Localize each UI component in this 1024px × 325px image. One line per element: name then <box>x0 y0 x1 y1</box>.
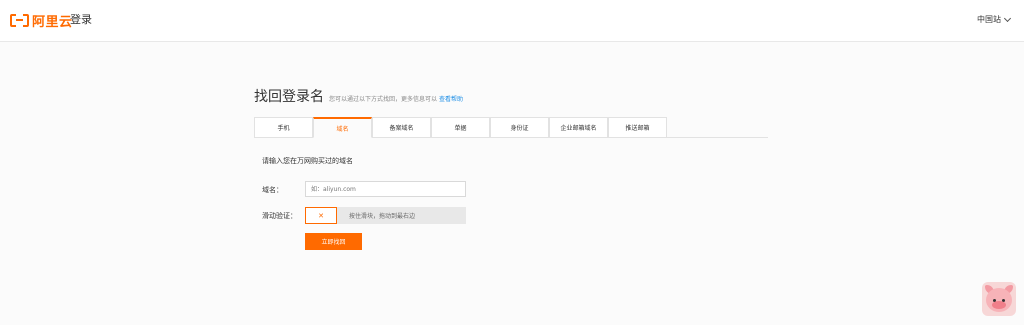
recovery-method-tabs: 手机 域名 备案域名 单据 身份证 企业邮箱域名 推送邮箱 <box>254 117 768 138</box>
tab-enterprise-mail-domain[interactable]: 企业邮箱域名 <box>549 117 608 138</box>
pig-face <box>986 288 1012 312</box>
tab-document[interactable]: 单据 <box>431 117 490 138</box>
slider-label: 滑动验证： <box>262 212 297 220</box>
logo-text: 阿里云 <box>32 14 73 30</box>
tab-domain[interactable]: 域名 <box>313 117 372 138</box>
tab-push-email[interactable]: 推送邮箱 <box>608 117 667 138</box>
tab-phone[interactable]: 手机 <box>254 117 313 138</box>
pig-snout <box>992 301 1006 309</box>
page-subtitle: 您可以通过以下方式找回，更多信息可以 <box>329 96 438 103</box>
aliyun-logo-icon <box>10 13 29 27</box>
close-icon: ✕ <box>318 211 324 220</box>
domain-input[interactable] <box>305 181 466 197</box>
slider-handle[interactable]: ✕ <box>305 207 337 224</box>
slider-hint: 按住滑块，拖动到最右边 <box>349 213 416 220</box>
tab-filed-domain[interactable]: 备案域名 <box>372 117 431 138</box>
header-title: 登录 <box>70 13 92 26</box>
slider-captcha[interactable]: ✕ 按住滑块，拖动到最右边 <box>305 207 466 224</box>
chevron-down-icon <box>1003 14 1012 22</box>
page-title: 找回登录名 <box>254 89 324 105</box>
aliyun-logo[interactable]: 阿里云 <box>10 12 73 30</box>
top-header: 阿里云 登录 中国站 <box>0 0 1024 42</box>
site-switch-dropdown[interactable]: 中国站 <box>977 14 1012 25</box>
pig-mascot-icon[interactable] <box>982 282 1016 316</box>
tab-id-card[interactable]: 身份证 <box>490 117 549 138</box>
form-instruction: 请输入您在万网购买过的域名 <box>262 157 353 165</box>
site-switch-label: 中国站 <box>977 15 1001 24</box>
help-link[interactable]: 查看帮助 <box>439 94 463 103</box>
recover-submit-button[interactable]: 立即找回 <box>305 233 362 250</box>
title-row: 找回登录名 您可以通过以下方式找回，更多信息可以 查看帮助 <box>254 86 463 106</box>
domain-label: 域名： <box>262 186 283 194</box>
